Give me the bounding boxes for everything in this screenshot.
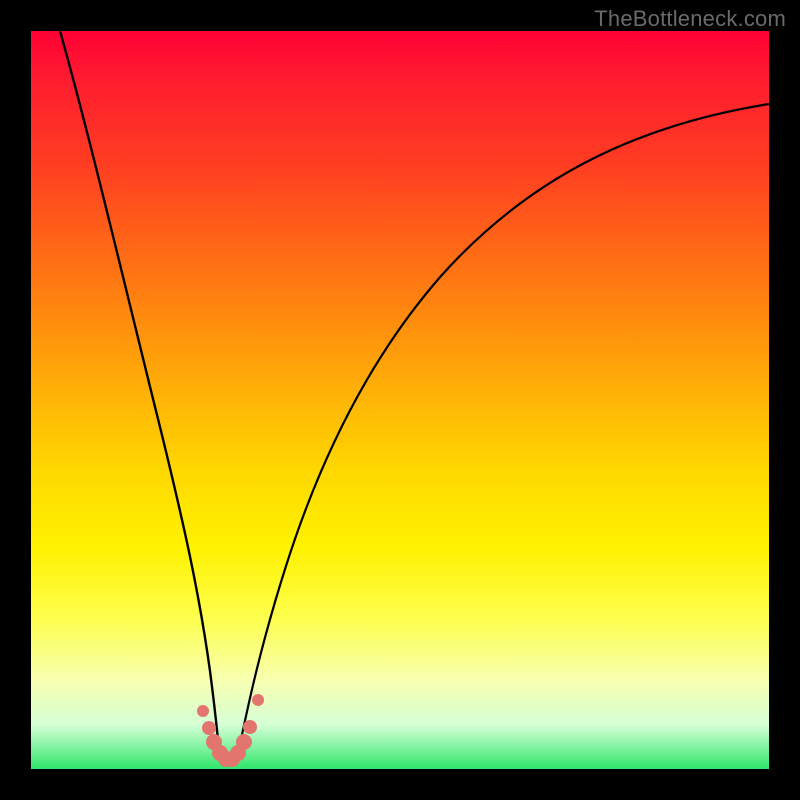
curve-left [60, 31, 219, 749]
watermark-text: TheBottleneck.com [594, 6, 786, 32]
valley-markers [197, 694, 264, 767]
chart-plot-area [31, 31, 769, 769]
curve-right [239, 104, 769, 749]
chart-frame: TheBottleneck.com [0, 0, 800, 800]
chart-svg [31, 31, 769, 769]
